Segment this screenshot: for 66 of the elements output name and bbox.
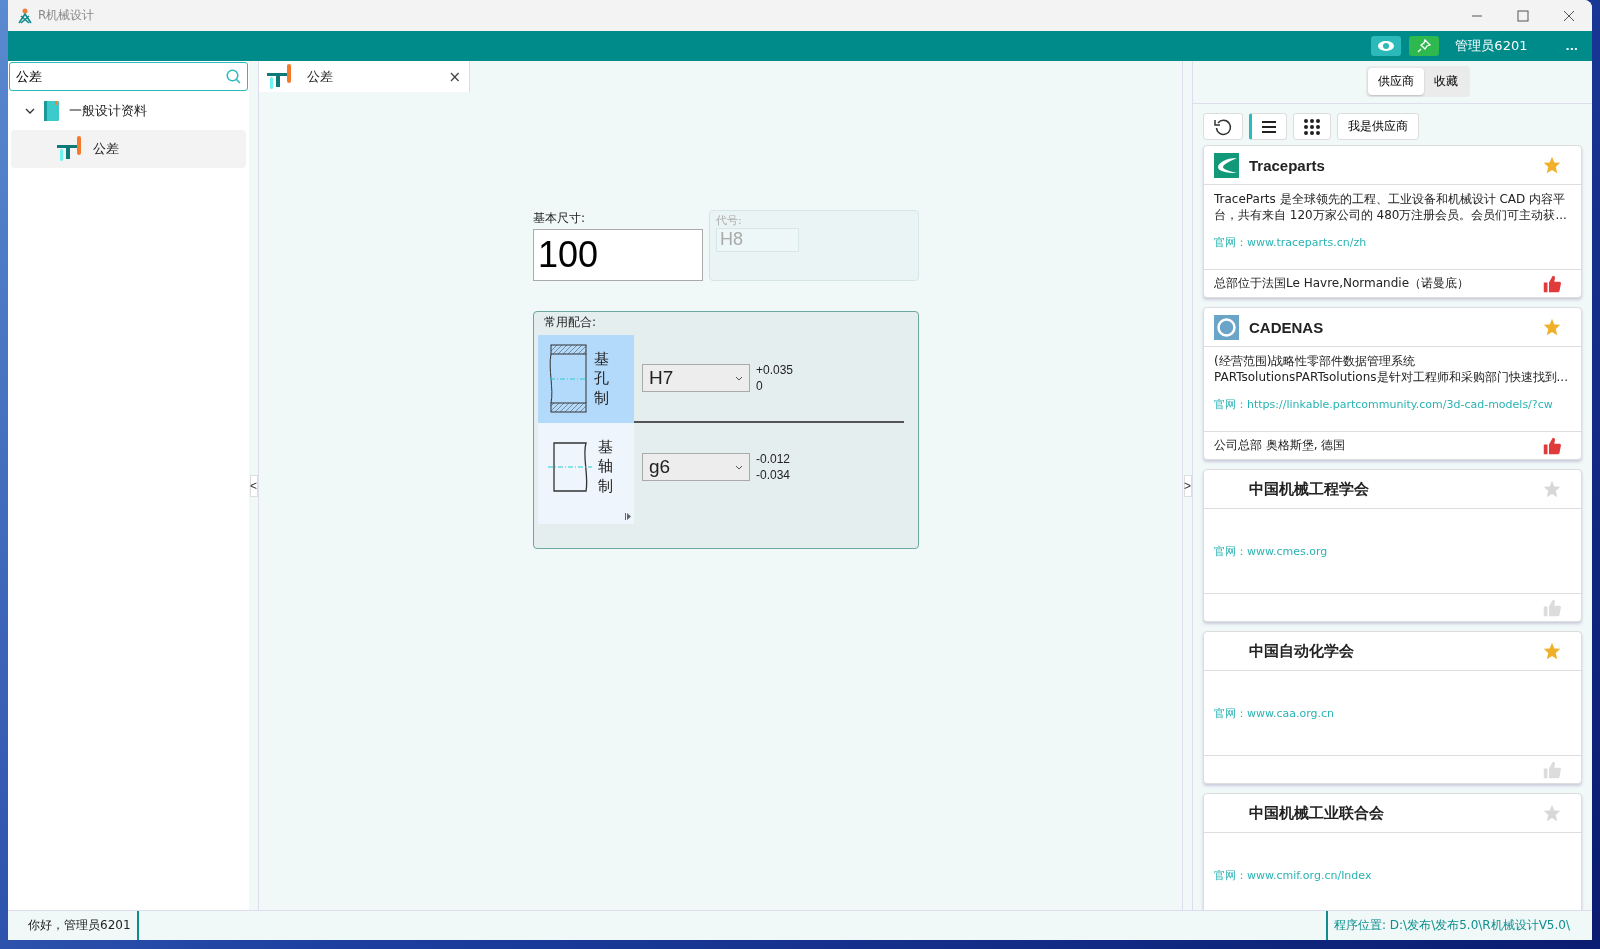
star-icon[interactable] bbox=[1543, 156, 1561, 174]
search-icon[interactable] bbox=[226, 69, 241, 84]
supplier-name: 中国自动化学会 bbox=[1249, 641, 1354, 661]
list-icon bbox=[1262, 120, 1276, 133]
collapse-left-button[interactable]: < bbox=[249, 474, 258, 497]
supplier-name: Traceparts bbox=[1249, 156, 1325, 174]
lower-deviation: -0.034 bbox=[756, 468, 791, 482]
logo-icon bbox=[1214, 152, 1239, 178]
supplier-description: TraceParts 是全球领先的工程、工业设备和机械设计 CAD 内容平台，共有来自 120万家公司的 480万注册会员。会员们可主动获... bbox=[1214, 191, 1568, 223]
user-name[interactable]: 管理员6201 bbox=[1455, 37, 1528, 55]
search-field[interactable]: 公差 bbox=[9, 62, 248, 91]
app-logo-icon bbox=[18, 7, 32, 24]
headquarters-text: 公司总部 奥格斯堡, 德国 bbox=[1214, 437, 1346, 454]
star-icon[interactable] bbox=[1543, 318, 1561, 336]
close-tab-button[interactable]: × bbox=[448, 67, 461, 86]
field-label: 代号: bbox=[716, 213, 743, 228]
panel-tab[interactable]: 供应商 bbox=[1367, 68, 1424, 95]
caret-icon bbox=[735, 375, 743, 381]
book-icon bbox=[43, 100, 61, 122]
star-icon[interactable] bbox=[1543, 480, 1561, 498]
grip-icon[interactable] bbox=[625, 513, 631, 520]
program-path: 程序位置: D:\发布\发布5.0\R机械设计V5.0\ bbox=[1325, 911, 1592, 940]
tree-item[interactable]: 公差 bbox=[11, 130, 246, 168]
grid-icon bbox=[1304, 118, 1320, 135]
more-menu[interactable]: ... bbox=[1565, 39, 1578, 53]
supplier-description: (经营范围)战略性零部件数据管理系统PARTsolutionsPARTsolutions是针对工程师和采购部门快速找到... bbox=[1214, 353, 1569, 385]
star-icon[interactable] bbox=[1543, 642, 1561, 660]
supplier-name: 中国机械工业联合会 bbox=[1249, 803, 1384, 823]
fit-system-option[interactable]: 基孔制 bbox=[538, 335, 634, 423]
grade-dropdown[interactable]: H7 bbox=[642, 364, 750, 392]
lower-deviation: 0 bbox=[756, 379, 764, 393]
view-mode-button[interactable] bbox=[1249, 113, 1287, 140]
thumbs-up-icon[interactable] bbox=[1543, 274, 1561, 293]
eye-icon bbox=[1377, 40, 1396, 52]
chevron-icon bbox=[25, 107, 35, 115]
collapse-right-button[interactable]: > bbox=[1183, 474, 1192, 497]
supplier-name: 中国机械工程学会 bbox=[1249, 479, 1369, 499]
logo-icon bbox=[1214, 314, 1239, 340]
greeting-text: 你好，管理员6201 bbox=[8, 911, 139, 940]
supplier-button[interactable]: 我是供应商 bbox=[1337, 113, 1419, 140]
grade-dropdown[interactable]: g6 bbox=[642, 453, 750, 481]
thumbs-up-icon[interactable] bbox=[1543, 598, 1561, 617]
field-label: 基本尺寸: bbox=[533, 210, 587, 227]
view-mode-button[interactable] bbox=[1293, 113, 1331, 140]
pin-icon bbox=[1417, 39, 1432, 53]
shaft-drawing bbox=[548, 441, 592, 493]
refresh-icon bbox=[1214, 117, 1232, 136]
hole-drawing bbox=[548, 344, 588, 414]
pin-button[interactable] bbox=[1409, 36, 1440, 56]
eye-button[interactable] bbox=[1371, 36, 1402, 56]
window-title: R机械设计 bbox=[38, 7, 95, 24]
document-tab[interactable]: 公差 × bbox=[259, 61, 470, 92]
supplier-name: CADENAS bbox=[1249, 318, 1324, 336]
thumbs-up-icon[interactable] bbox=[1543, 436, 1561, 455]
headquarters-text: 总部位于法国Le Havre,Normandie（诺曼底） bbox=[1214, 275, 1470, 292]
caret-icon bbox=[735, 464, 743, 470]
size-field[interactable]: 100 bbox=[533, 229, 703, 281]
upper-deviation: +0.035 bbox=[756, 363, 794, 377]
upper-deviation: -0.012 bbox=[756, 452, 791, 466]
thumbs-up-icon[interactable] bbox=[1543, 760, 1561, 779]
refresh-button[interactable] bbox=[1203, 113, 1243, 140]
star-icon[interactable] bbox=[1543, 804, 1561, 822]
panel-tab[interactable]: 收藏 bbox=[1423, 68, 1468, 95]
fit-system-option[interactable]: 基轴制 bbox=[538, 423, 634, 511]
tree-item[interactable]: 一般设计资料 bbox=[11, 92, 246, 130]
panel-title: 常用配合: bbox=[544, 314, 598, 331]
